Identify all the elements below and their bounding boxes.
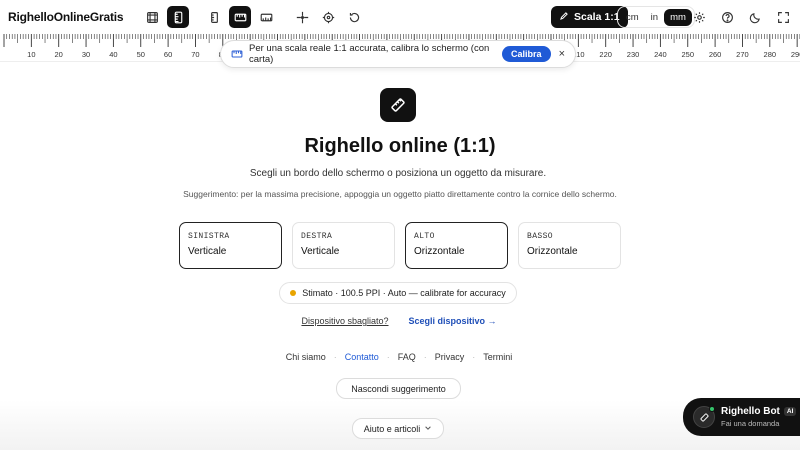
footer-link-contact[interactable]: Contatto [345,352,379,362]
reset-icon[interactable] [343,6,365,28]
edge-orientation: Orizzontale [527,246,578,257]
unit-in[interactable]: in [645,9,664,26]
footer-link-privacy[interactable]: Privacy [435,352,465,362]
edge-card-top[interactable]: ALTO Orizzontale [405,222,508,269]
footer-link-faq[interactable]: FAQ [398,352,416,362]
help-articles-label: Aiuto e articoli [363,423,421,434]
unit-cm[interactable]: cm [620,9,645,26]
footer-nav: Chi siamo · Contatto · FAQ · Privacy · T… [0,352,798,362]
ruler-tick-label: 10 [27,50,36,59]
ruler-tick-label: 50 [136,50,145,59]
ruler-tick-label: 30 [81,50,91,59]
ruler-tick-label: 240 [654,50,667,59]
ruler-tick-label: 290 [790,50,800,59]
target-icon[interactable] [317,6,339,28]
ruler-tick-label: 40 [109,50,118,59]
edge-card-bottom[interactable]: BASSO Orizzontale [518,222,621,269]
status-text: Stimato · 100.5 PPI · Auto — calibrate f… [302,288,506,298]
edge-key: SINISTRA [188,232,230,241]
header-actions [688,6,794,28]
crosshair-icon[interactable] [291,6,313,28]
ruler-top-icon[interactable] [229,6,252,28]
precision-hint: Suggerimento: per la massima precisione,… [183,189,617,199]
ruler-icon [699,412,709,422]
ruler-tick-label: 250 [681,50,695,59]
scale-label: Scala 1:1 [574,11,620,23]
ruler-tick-label: 60 [163,50,173,59]
page-title: Righello online (1:1) [304,135,496,157]
online-indicator [709,406,715,412]
fullscreen-icon[interactable] [772,6,794,28]
ruler-icon [231,48,243,60]
ruler-tick-label: 230 [626,50,640,59]
ruler-bottom-icon[interactable] [255,6,277,28]
frame-icon[interactable] [141,6,163,28]
separator-dot: · [333,352,337,362]
page-subtitle: Scegli un bordo dello schermo o posizion… [249,168,547,179]
footer-link-terms[interactable]: Termini [483,352,512,362]
calibration-banner: Per una scala reale 1:1 accurata, calibr… [220,40,576,68]
banner-text: Per una scala reale 1:1 accurata, calibr… [249,43,490,65]
pencil-icon [559,11,569,24]
gear-icon[interactable] [688,6,710,28]
unit-switcher: cm in mm [617,6,695,28]
separator-dot: · [423,352,427,362]
chatbot-launcher[interactable]: Righello Bot AI Fai una domanda [683,398,800,436]
moon-icon[interactable] [744,6,766,28]
edge-options: SINISTRA Verticale DESTRA Verticale ALTO… [179,222,621,269]
edge-orientation: Orizzontale [414,246,465,257]
separator-dot: · [386,352,390,362]
ruler-tick-label: 70 [191,50,200,59]
bot-subtitle: Fai una domanda [721,419,780,428]
footer-link-about[interactable]: Chi siamo [286,352,326,362]
edge-key: DESTRA [301,232,333,241]
chevron-down-icon [424,424,432,434]
edge-key: BASSO [527,232,554,241]
bot-name: Righello Bot [721,406,780,417]
hide-hint-button[interactable]: Nascondi suggerimento [336,378,461,399]
bot-name-row: Righello Bot AI [721,406,797,417]
logo[interactable]: RighelloOnlineGratis [8,10,124,24]
separator-dot: · [472,352,476,362]
edge-key: ALTO [414,232,435,241]
ruler-tick-label: 220 [599,50,612,59]
ruler-left-icon[interactable] [203,6,225,28]
bot-avatar [693,406,715,428]
ruler-tick-label: 270 [736,50,749,59]
edge-card-left[interactable]: SINISTRA Verticale [179,222,282,269]
ruler-tick-label: 280 [763,50,777,59]
calibrate-button[interactable]: Calibra [502,46,551,62]
help-articles-button[interactable]: Aiuto e articoli [352,418,444,439]
wrong-device-link[interactable]: Dispositivo sbagliato? [301,316,388,326]
vertical-ruler-icon[interactable] [167,6,190,28]
edge-orientation: Verticale [301,246,340,257]
ruler-app-icon [380,88,416,122]
edge-orientation: Verticale [188,246,227,257]
device-links: Dispositivo sbagliato? Scegli dispositiv… [0,316,798,326]
edge-card-right[interactable]: DESTRA Verticale [292,222,395,269]
ruler-tick-label: 20 [54,50,63,59]
ppi-status-badge: Stimato · 100.5 PPI · Auto — calibrate f… [279,282,517,304]
ai-badge: AI [783,407,797,416]
choose-device-link[interactable]: Scegli dispositivo → [409,316,497,326]
ruler-tick-label: 260 [708,50,722,59]
status-dot [290,290,297,296]
close-icon[interactable]: × [559,48,565,60]
help-icon[interactable] [716,6,738,28]
